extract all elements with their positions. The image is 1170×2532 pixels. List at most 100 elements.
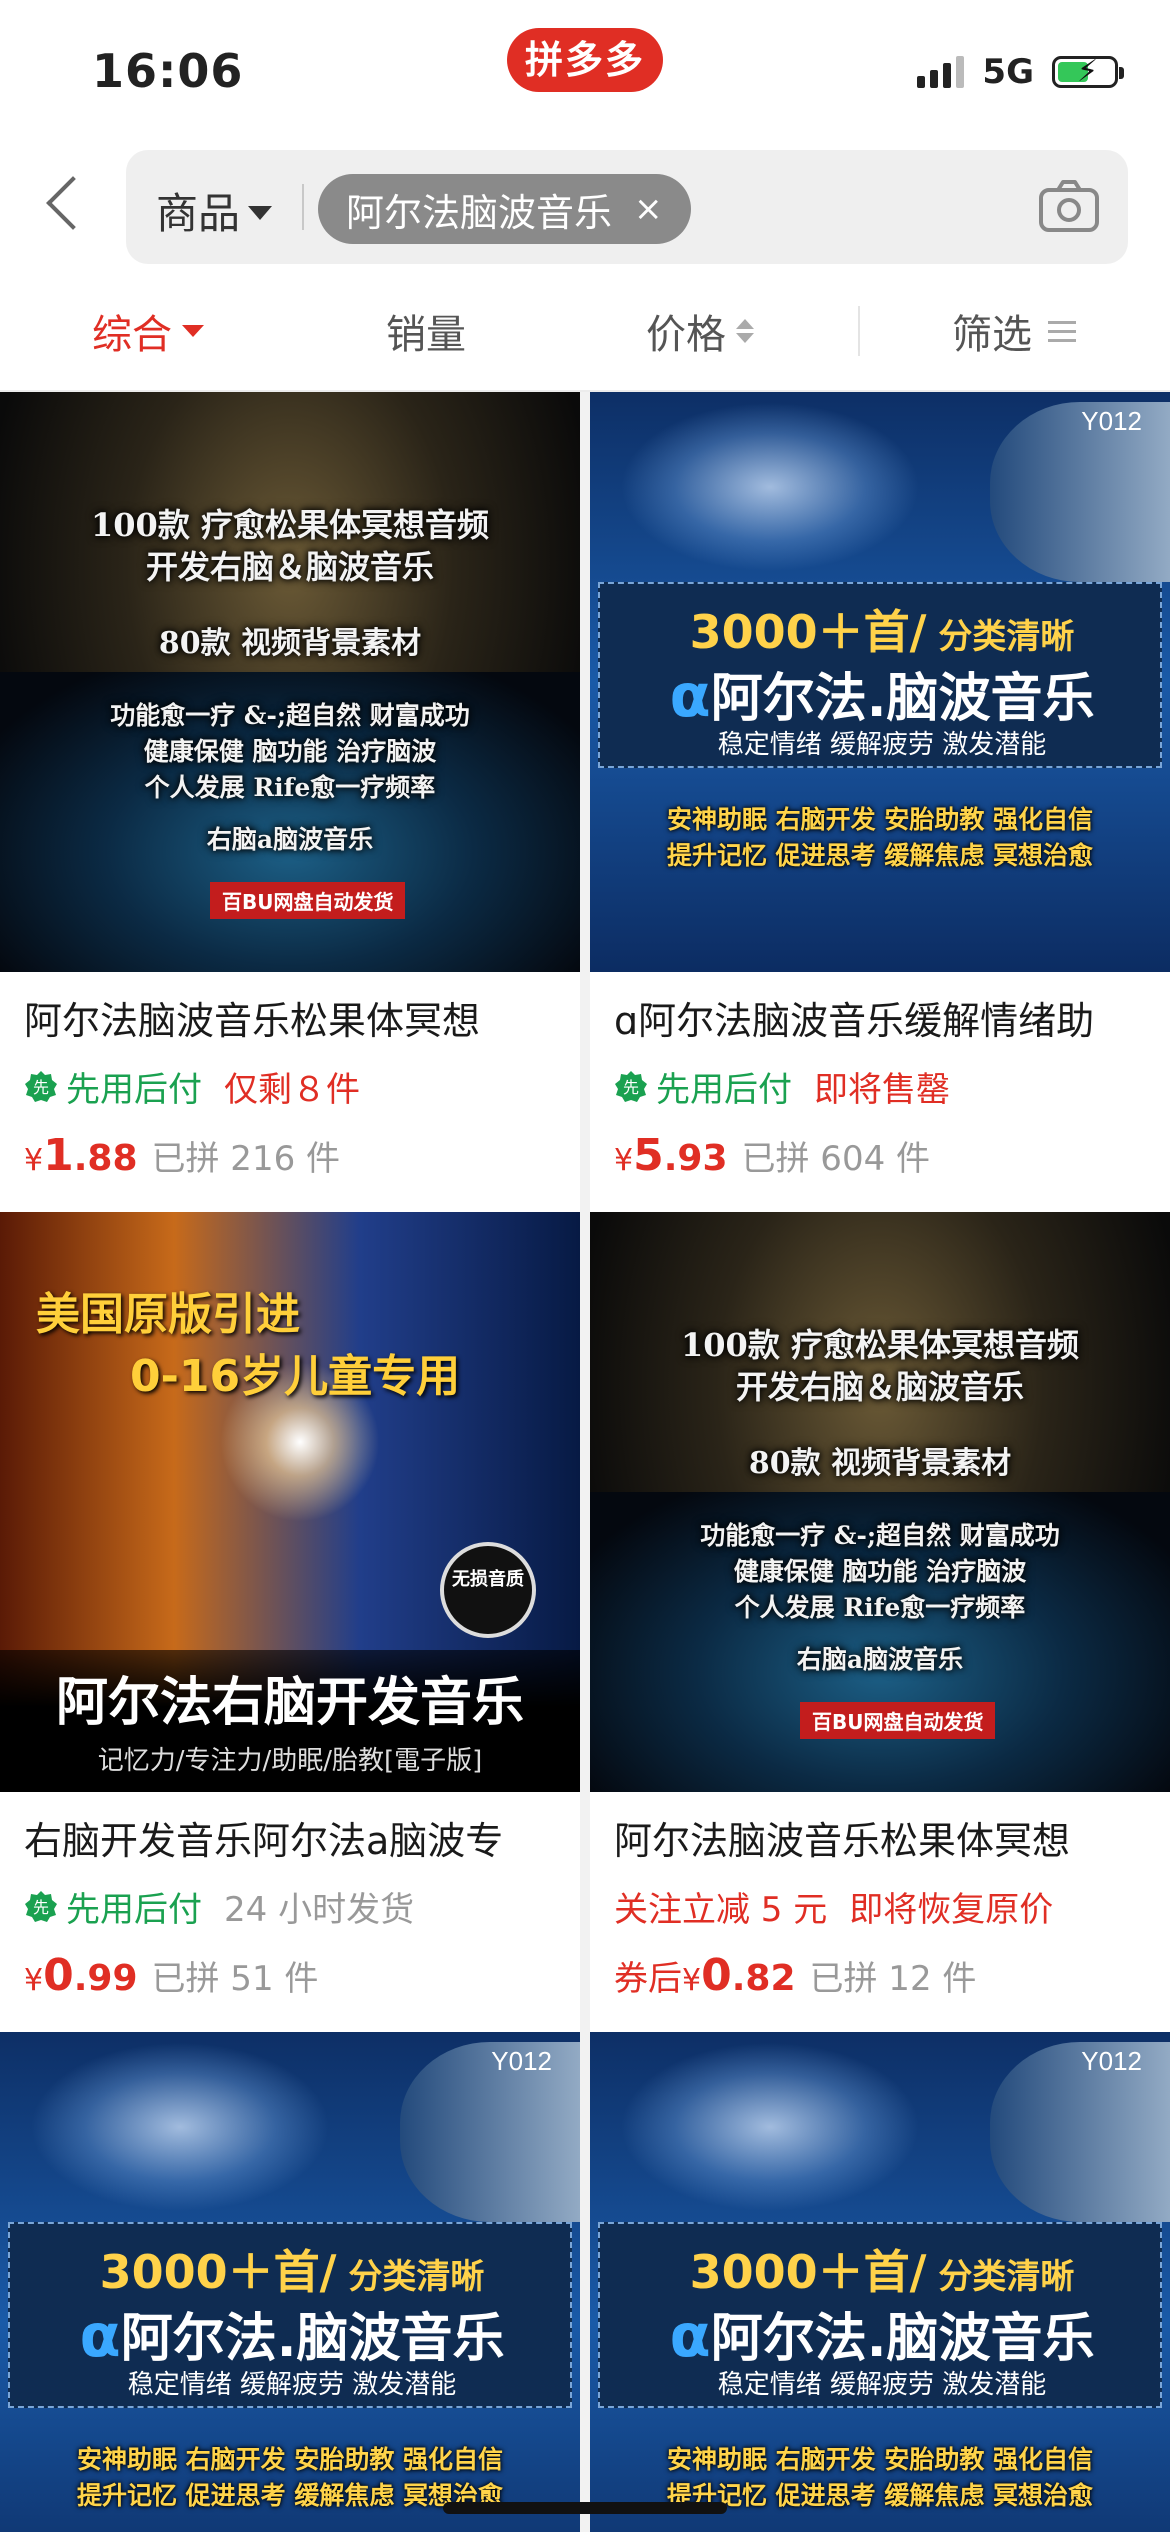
follow-discount-tag: 关注立减 5 元 — [614, 1890, 828, 1930]
stock-tag: 即将售罄 — [814, 1070, 950, 1110]
image-text: 美国原版引进 — [36, 1289, 300, 1340]
image-banner: 3000＋首/ 分类清晰 α阿尔法.脑波音乐 稳定情绪 缓解疲劳 激发潜能 — [8, 2222, 572, 2408]
home-indicator[interactable] — [443, 2502, 727, 2514]
tab-label: 销量 — [386, 312, 466, 358]
image-text: 3000＋首/ — [99, 2245, 337, 2299]
image-stamp: 百BU网盘自动发货 — [210, 882, 406, 919]
price: ¥0.82 — [682, 1950, 796, 2001]
pay-later-tag: 先 先用后付 — [24, 1062, 202, 1111]
image-text-block: 功能愈一疗 &-;超自然 财富成功 健康保健 脑功能 治疗脑波 个人发展 Rif… — [590, 1518, 1170, 1626]
currency-symbol: ¥ — [614, 1143, 634, 1178]
tag-text: 先用后付 — [66, 1890, 202, 1930]
image-stamp: 百BU网盘自动发货 — [800, 1702, 996, 1739]
image-code: Y012 — [1081, 2046, 1142, 2076]
tab-filter[interactable]: 筛选 — [952, 302, 1076, 360]
pay-later-badge-icon: 先 — [25, 1070, 57, 1102]
price-integer: 5 — [633, 1130, 664, 1181]
image-code: Y012 — [491, 2046, 552, 2076]
search-box[interactable]: 商品 阿尔法脑波音乐 × — [126, 150, 1128, 264]
price-decimal: .93 — [663, 1138, 728, 1179]
image-text: 功能愈一疗 &-;超自然 财富成功 — [110, 701, 470, 730]
price-row: ¥0.99 已拼 51 件 — [24, 1950, 318, 2001]
price-integer: 1 — [43, 1130, 74, 1181]
image-text: 健康保健 脑功能 治疗脑波 — [143, 737, 437, 766]
product-card[interactable]: 100款 疗愈松果体冥想音频 开发右脑＆脑波音乐 80款 视频背景素材 功能愈一… — [590, 1212, 1170, 2032]
image-text: 开发右脑＆脑波音乐 — [145, 548, 434, 586]
image-text: 右脑a脑波音乐 — [206, 825, 374, 854]
sort-bar: 综合 销量 价格 筛选 — [0, 268, 1170, 392]
sold-count: 已拼 216 件 — [151, 1139, 341, 1179]
currency-symbol: ¥ — [24, 1143, 44, 1178]
image-text: 阿尔法.脑波音乐 — [710, 669, 1095, 729]
image-text: 安神助眠 右脑开发 安胎助教 强化自信 — [666, 2445, 1094, 2474]
image-text: 80款 视频背景素材 — [748, 1446, 1012, 1481]
image-text: 右脑a脑波音乐 — [796, 1645, 964, 1674]
image-banner: 3000＋首/ 分类清晰 α阿尔法.脑波音乐 稳定情绪 缓解疲劳 激发潜能 — [598, 2222, 1162, 2408]
product-tags: 关注立减 5 元 即将恢复原价 — [614, 1882, 1053, 1931]
product-tags: 先 先用后付 仅剩８件 — [24, 1062, 360, 1111]
category-dropdown[interactable]: 商品 — [156, 180, 273, 241]
product-title: 阿尔法脑波音乐松果体冥想 — [24, 999, 481, 1043]
image-text-block: 功能愈一疗 &-;超自然 财富成功 健康保健 脑功能 治疗脑波 个人发展 Rif… — [0, 698, 580, 806]
price-decimal: .99 — [73, 1958, 138, 1999]
price-restore-tag: 即将恢复原价 — [849, 1890, 1054, 1930]
product-card[interactable]: 100款 疗愈松果体冥想音频 开发右脑＆脑波音乐 80款 视频背景素材 功能愈一… — [0, 392, 580, 1212]
lossless-seal: 无损音质 — [440, 1542, 536, 1638]
image-text: 阿尔法.脑波音乐 — [710, 2309, 1095, 2369]
coupon-price-label: 券后 — [614, 1959, 682, 1999]
image-text: 安神助眠 右脑开发 安胎助教 强化自信 — [666, 805, 1094, 834]
stock-tag: 仅剩８件 — [224, 1070, 360, 1110]
price-decimal: .82 — [731, 1958, 796, 1999]
tab-sales[interactable]: 销量 — [386, 302, 466, 360]
product-title: 右脑开发音乐阿尔法a脑波专 — [24, 1819, 504, 1863]
image-text: 阿尔法.脑波音乐 — [120, 2309, 505, 2369]
price-decimal: .88 — [73, 1138, 138, 1179]
search-query-chip[interactable]: 阿尔法脑波音乐 × — [318, 174, 691, 244]
image-text: 3000＋首/ — [689, 605, 927, 659]
image-headline: α阿尔法.脑波音乐 — [10, 2296, 574, 2371]
search-header: 商品 阿尔法脑波音乐 × — [0, 138, 1170, 268]
image-text: 开发右脑＆脑波音乐 — [735, 1368, 1024, 1406]
image-banner: 3000＋首/ 分类清晰 α阿尔法.脑波音乐 稳定情绪 缓解疲劳 激发潜能 — [598, 582, 1162, 768]
image-text: 分类清晰 — [926, 2257, 1075, 2297]
product-image: Y012 3000＋首/ 分类清晰 α阿尔法.脑波音乐 稳定情绪 缓解疲劳 激发… — [590, 392, 1170, 972]
price: ¥0.99 — [24, 1950, 138, 2001]
sold-count: 已拼 604 件 — [741, 1139, 931, 1179]
product-tags: 先 先用后付 24 小时发货 — [24, 1882, 414, 1931]
image-text: 分类清晰 — [336, 2257, 485, 2297]
product-image: 100款 疗愈松果体冥想音频 开发右脑＆脑波音乐 80款 视频背景素材 功能愈一… — [590, 1212, 1170, 1792]
image-text: 稳定情绪 缓解疲劳 激发潜能 — [717, 2370, 1047, 2400]
image-text: 稳定情绪 缓解疲劳 激发潜能 — [127, 2370, 457, 2400]
tab-comprehensive[interactable]: 综合 — [92, 302, 204, 360]
product-image: 100款 疗愈松果体冥想音频 开发右脑＆脑波音乐 80款 视频背景素材 功能愈一… — [0, 392, 580, 972]
image-text: 分类清晰 — [926, 617, 1075, 657]
tab-price[interactable]: 价格 — [646, 302, 754, 360]
image-text: 0-16岁儿童专用 — [130, 1351, 461, 1402]
price-integer: 0 — [43, 1950, 74, 2001]
status-indicators: 5G ⚡ — [917, 52, 1124, 92]
camera-icon[interactable] — [1038, 178, 1100, 234]
sold-count: 已拼 51 件 — [151, 1959, 319, 1999]
image-text: 个人发展 Rife愈一疗频率 — [144, 773, 436, 802]
image-text: α — [669, 661, 711, 731]
sort-updown-icon — [736, 319, 754, 343]
product-card[interactable]: Y012 3000＋首/ 分类清晰 α阿尔法.脑波音乐 稳定情绪 缓解疲劳 激发… — [0, 2032, 580, 2532]
battery-charging-icon: ⚡ — [1052, 55, 1124, 89]
image-text: 阿尔法右脑开发音乐 — [55, 1672, 524, 1733]
product-card[interactable]: Y012 3000＋首/ 分类清晰 α阿尔法.脑波音乐 稳定情绪 缓解疲劳 激发… — [590, 2032, 1170, 2532]
clear-icon[interactable]: × — [634, 189, 663, 229]
image-text: α — [669, 2301, 711, 2371]
tag-text: 先用后付 — [66, 1070, 202, 1110]
product-card[interactable]: 美国原版引进 0-16岁儿童专用 无损音质 阿尔法右脑开发音乐 记忆力/专注力/… — [0, 1212, 580, 2032]
image-text: 稳定情绪 缓解疲劳 激发潜能 — [717, 730, 1047, 760]
divider — [858, 306, 860, 356]
image-text: 功能愈一疗 &-;超自然 财富成功 — [700, 1521, 1060, 1550]
image-text: 提升记忆 促进思考 缓解焦虑 冥想治愈 — [666, 841, 1094, 870]
product-card[interactable]: Y012 3000＋首/ 分类清晰 α阿尔法.脑波音乐 稳定情绪 缓解疲劳 激发… — [590, 392, 1170, 1212]
sold-count: 已拼 12 件 — [809, 1959, 977, 1999]
price-row: 券后 ¥0.82 已拼 12 件 — [614, 1950, 976, 2001]
network-type: 5G — [982, 52, 1034, 92]
back-button[interactable] — [36, 174, 100, 234]
image-text: 记忆力/专注力/助眠/胎教[電子版] — [97, 1746, 483, 1776]
caret-down-icon — [248, 205, 273, 220]
